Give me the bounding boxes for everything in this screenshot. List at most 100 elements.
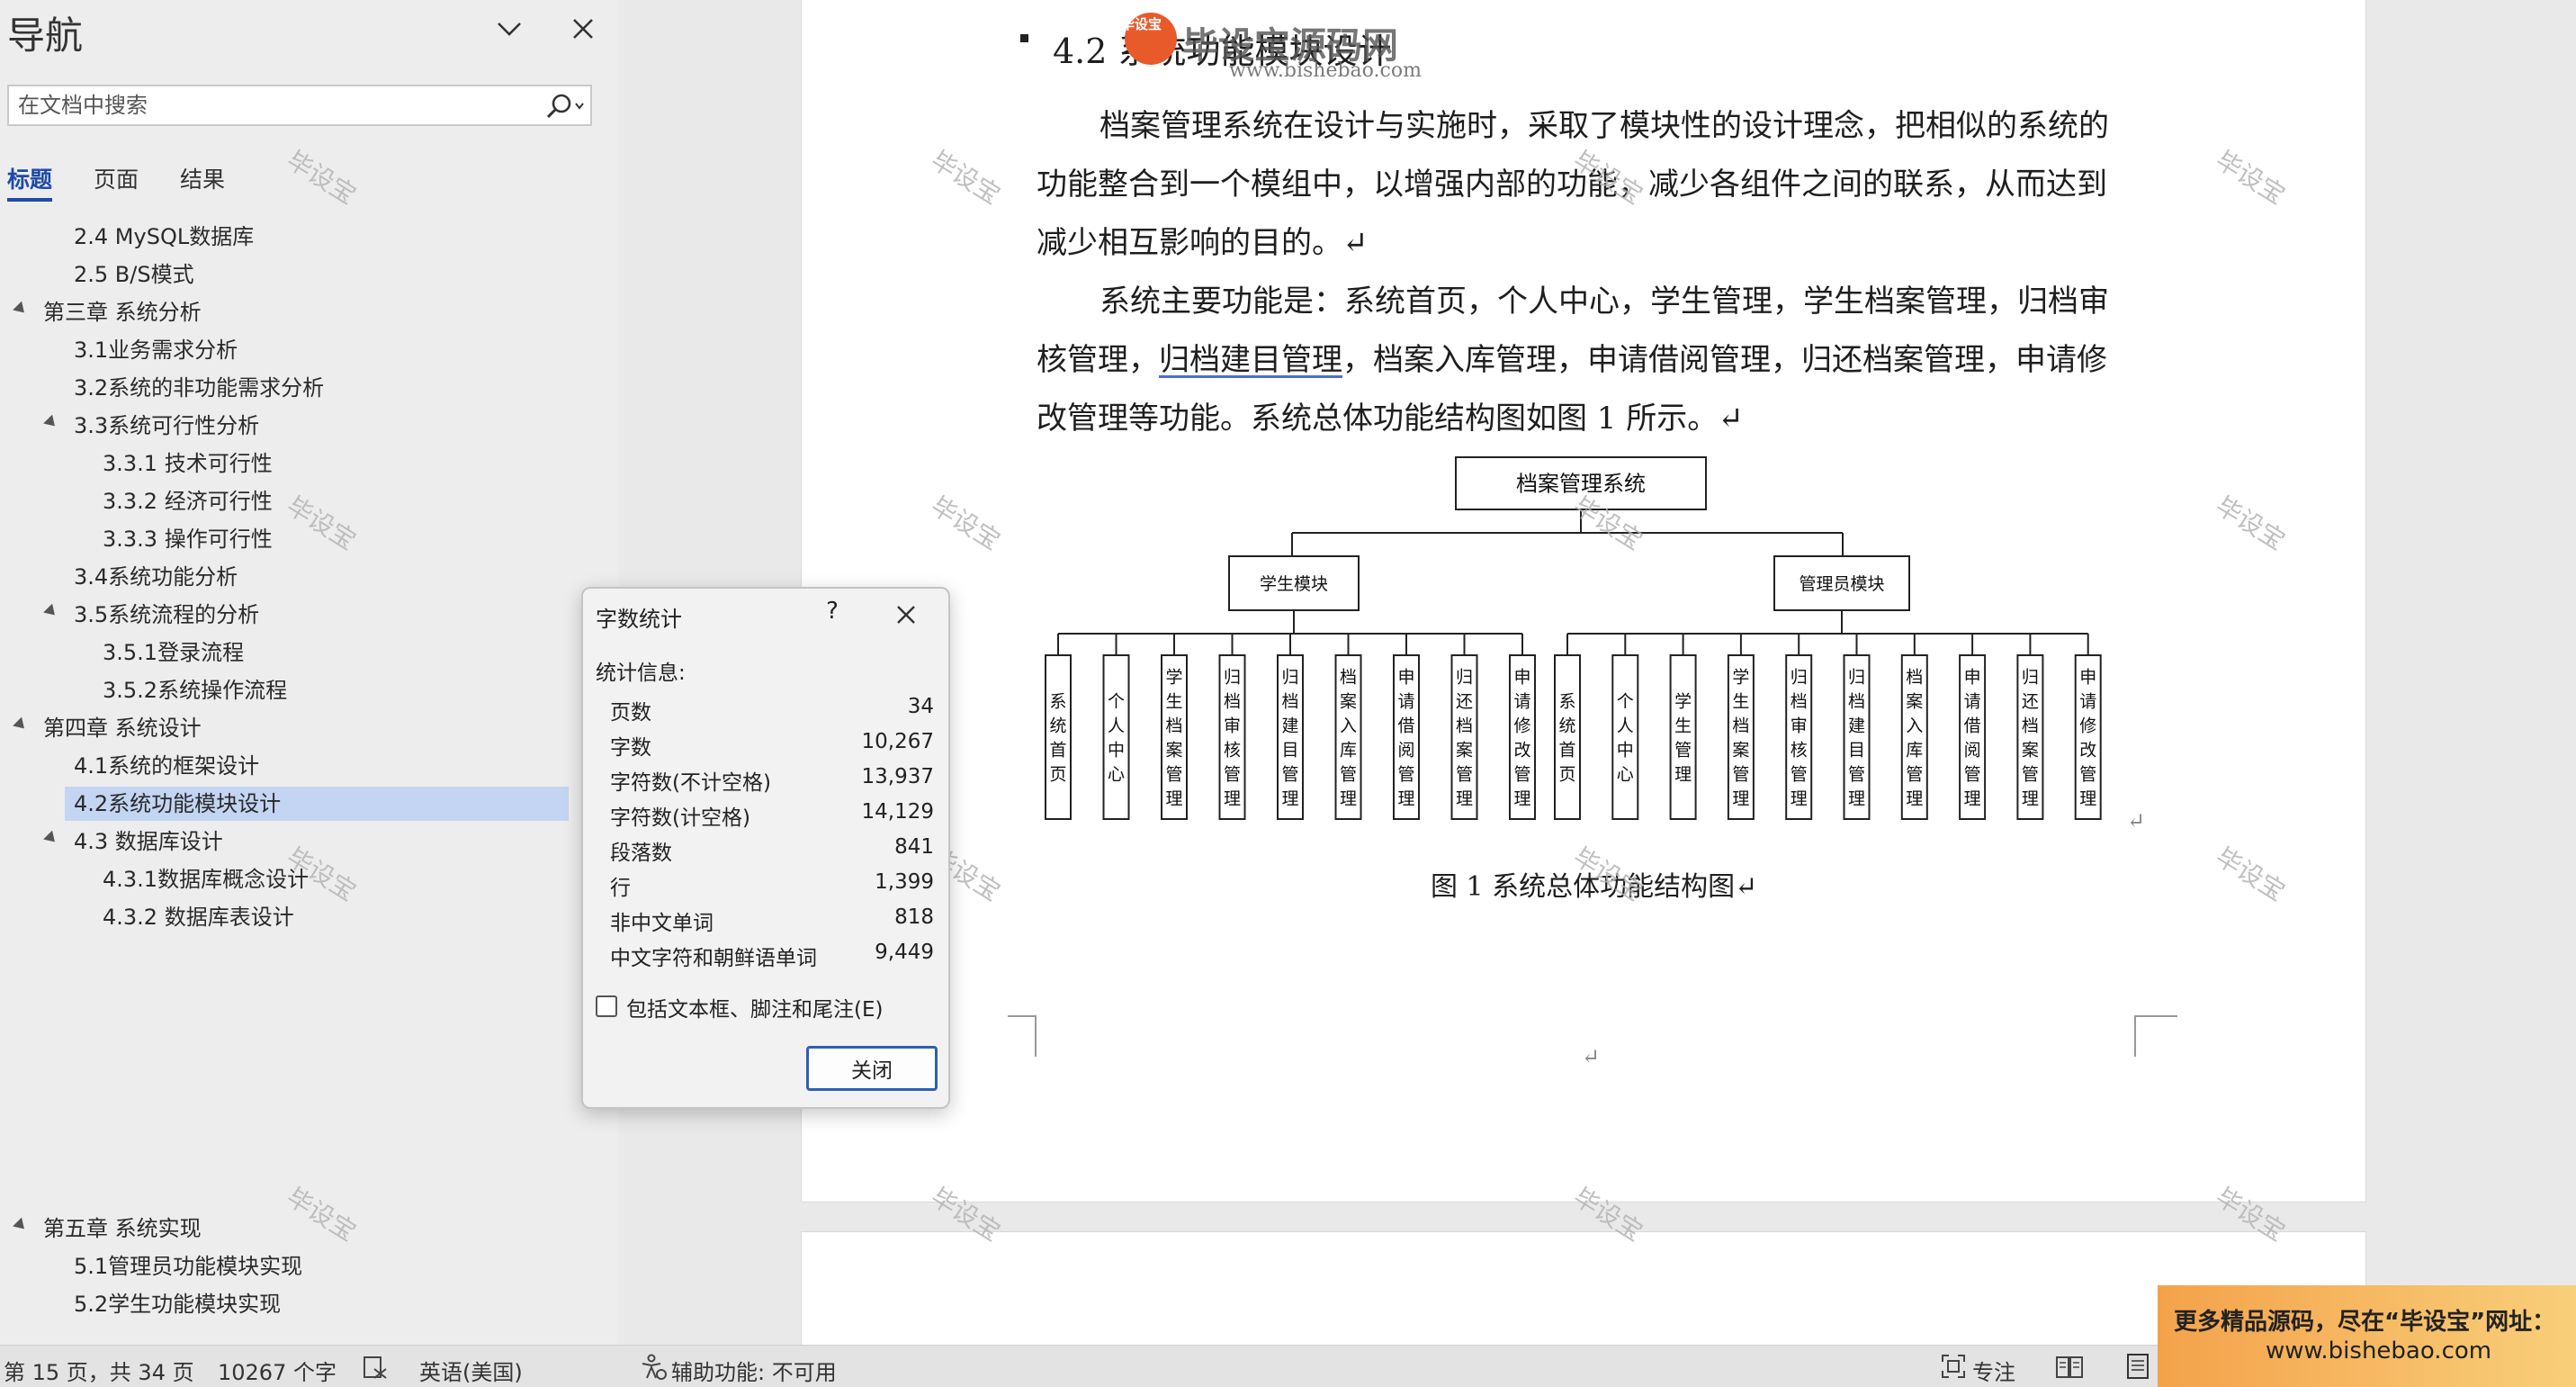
nav-heading-4-2-selected[interactable]: 4.2系统功能模块设计	[65, 787, 569, 821]
leaf-module-char: 借	[1397, 716, 1414, 736]
leaf-module-char: 审	[1791, 716, 1808, 736]
language-indicator[interactable]: 英语(美国)	[419, 1355, 523, 1386]
include-textboxes-checkbox[interactable]	[596, 995, 617, 1017]
nav-heading-3-1[interactable]: 3.1业务需求分析	[74, 333, 238, 367]
leaf-module-char: 案	[1456, 741, 1473, 761]
leaf-module-char: 库	[1906, 741, 1923, 761]
word-count-indicator[interactable]: 10267 个字	[218, 1355, 337, 1386]
leaf-module-char: 系	[1558, 692, 1575, 712]
chevron-down-icon[interactable]	[493, 13, 525, 45]
leaf-module-char: 目	[1281, 741, 1298, 761]
leaf-module-char: 理	[1732, 789, 1749, 809]
include-textboxes-label[interactable]: 包括文本框、脚注和尾注(E)	[626, 992, 883, 1022]
paragraph-2-line-2: 核管理，归档建目管理，档案入库管理，申请借阅管理，归还档案管理，申请修	[1037, 335, 2107, 379]
nav-heading-3-3-1[interactable]: 3.3.1 技术可行性	[103, 446, 273, 481]
nav-heading-2-5[interactable]: 2.5 B/S模式	[74, 257, 194, 292]
proofing-icon[interactable]	[362, 1355, 389, 1380]
nav-heading-chapter-3[interactable]: 第三章 系统分析	[43, 295, 202, 329]
read-mode-icon[interactable]	[2055, 1355, 2084, 1380]
stat-row: 非中文单词 818	[610, 905, 943, 940]
ad-banner[interactable]: 更多精品源码，尽在“毕设宝”网址： www.bishebao.com	[2158, 1285, 2576, 1387]
tab-headings[interactable]: 标题	[7, 162, 52, 194]
expand-triangle-icon[interactable]	[43, 603, 59, 620]
leaf-module-char: 档	[1791, 692, 1808, 712]
stat-row: 中文字符和朝鲜语单词 9,449	[610, 941, 943, 975]
leaf-module-char: 归	[1791, 668, 1808, 688]
print-layout-icon[interactable]	[2125, 1353, 2150, 1380]
nav-heading-3-5-2[interactable]: 3.5.2系统操作流程	[103, 673, 287, 707]
stat-value: 34	[907, 695, 934, 718]
expand-triangle-icon[interactable]	[43, 830, 59, 847]
corner-crop-mark	[1008, 1015, 1037, 1057]
stat-name: 非中文单词	[610, 912, 714, 935]
leaf-module-char: 修	[1513, 716, 1530, 736]
leaf-module-char: 入	[1340, 716, 1357, 736]
leaf-module-char: 理	[1397, 789, 1414, 809]
leaf-module-char: 生	[1732, 692, 1749, 712]
leaf-module-char: 统	[1558, 716, 1575, 736]
nav-heading-3-2[interactable]: 3.2系统的非功能需求分析	[74, 371, 324, 405]
ad-banner-url[interactable]: www.bishebao.com	[2266, 1337, 2491, 1364]
leaf-module-char: 人	[1108, 716, 1125, 736]
nav-heading-5-2[interactable]: 5.2学生功能模块实现	[74, 1287, 281, 1321]
paragraph-mark: ↵	[1582, 1044, 1601, 1069]
leaf-module-char: 申	[1964, 668, 1981, 688]
statistics-label: 统计信息:	[596, 662, 686, 685]
leaf-module-char: 心	[1617, 765, 1634, 785]
nav-heading-3-3-3[interactable]: 3.3.3 操作可行性	[103, 522, 273, 556]
stat-name: 字符数(不计空格)	[610, 771, 771, 795]
nav-heading-chapter-5[interactable]: 第五章 系统实现	[43, 1211, 202, 1246]
nav-heading-5-1[interactable]: 5.1管理员功能模块实现	[74, 1249, 302, 1283]
stat-name: 段落数	[610, 842, 672, 865]
expand-triangle-icon[interactable]	[43, 414, 59, 431]
nav-heading-4-3-2[interactable]: 4.3.2 数据库表设计	[103, 900, 294, 934]
watermark: 毕设宝	[281, 491, 362, 556]
tab-results[interactable]: 结果	[180, 162, 225, 194]
nav-heading-4-1[interactable]: 4.1系统的框架设计	[74, 749, 259, 783]
close-button[interactable]: 关闭	[806, 1046, 938, 1091]
nav-heading-chapter-4[interactable]: 第四章 系统设计	[43, 711, 202, 745]
watermark: 毕设宝	[281, 145, 362, 211]
stat-row: 字数 10,267	[610, 730, 943, 764]
expand-triangle-icon[interactable]	[13, 716, 29, 734]
nav-heading-3-5[interactable]: 3.5系统流程的分析	[74, 598, 259, 632]
leaf-module-char: 目	[1848, 741, 1865, 761]
leaf-module-char: 理	[1964, 789, 1981, 809]
leaf-module-char: 还	[2022, 692, 2039, 712]
leaf-module-char: 页	[1558, 765, 1575, 785]
accessibility-icon[interactable]	[639, 1353, 668, 1382]
leaf-module-char: 归	[2022, 668, 2039, 688]
tab-pages[interactable]: 页面	[94, 162, 139, 194]
help-button[interactable]: ?	[819, 598, 846, 628]
expand-triangle-icon[interactable]	[13, 1217, 29, 1234]
search-icon[interactable]	[543, 92, 587, 121]
nav-heading-3-3-2[interactable]: 3.3.2 经济可行性	[103, 484, 273, 518]
expand-triangle-icon[interactable]	[13, 301, 29, 318]
nav-heading-4-3[interactable]: 4.3 数据库设计	[74, 824, 223, 859]
leaf-module-char: 管	[1281, 765, 1298, 785]
underlined-phrase[interactable]: 归档建目管理	[1159, 342, 1342, 378]
page-indicator[interactable]: 第 15 页，共 34 页	[4, 1355, 194, 1386]
nav-heading-3-5-1[interactable]: 3.5.1登录流程	[103, 635, 244, 670]
leaf-module-char: 归	[1281, 668, 1298, 688]
accessibility-status[interactable]: 辅助功能: 不可用	[671, 1355, 837, 1386]
leaf-module-box	[1611, 654, 1639, 820]
leaf-module-char: 改	[2079, 741, 2096, 761]
logo-badge-text: 毕设宝	[1121, 16, 1162, 32]
stat-name: 行	[610, 877, 631, 900]
search-input[interactable]	[18, 86, 531, 124]
leaf-module-char: 档	[1340, 668, 1357, 688]
close-icon[interactable]	[893, 601, 920, 628]
leaf-module-char: 人	[1617, 716, 1634, 736]
close-icon[interactable]	[567, 13, 599, 45]
leaf-module-char: 系	[1049, 692, 1066, 712]
nav-heading-3-3[interactable]: 3.3系统可行性分析	[74, 409, 259, 443]
focus-mode-label[interactable]: 专注	[1972, 1355, 2015, 1386]
leaf-module-char: 阅	[1964, 741, 1981, 761]
focus-icon[interactable]	[1940, 1353, 1967, 1380]
leaf-module-char: 核	[1791, 741, 1808, 761]
nav-heading-4-3-1[interactable]: 4.3.1数据库概念设计	[103, 862, 309, 896]
document-page-next[interactable]	[801, 1231, 2366, 1348]
nav-heading-3-4[interactable]: 3.4系统功能分析	[74, 560, 238, 594]
nav-heading-2-4[interactable]: 2.4 MySQL数据库	[74, 220, 254, 254]
